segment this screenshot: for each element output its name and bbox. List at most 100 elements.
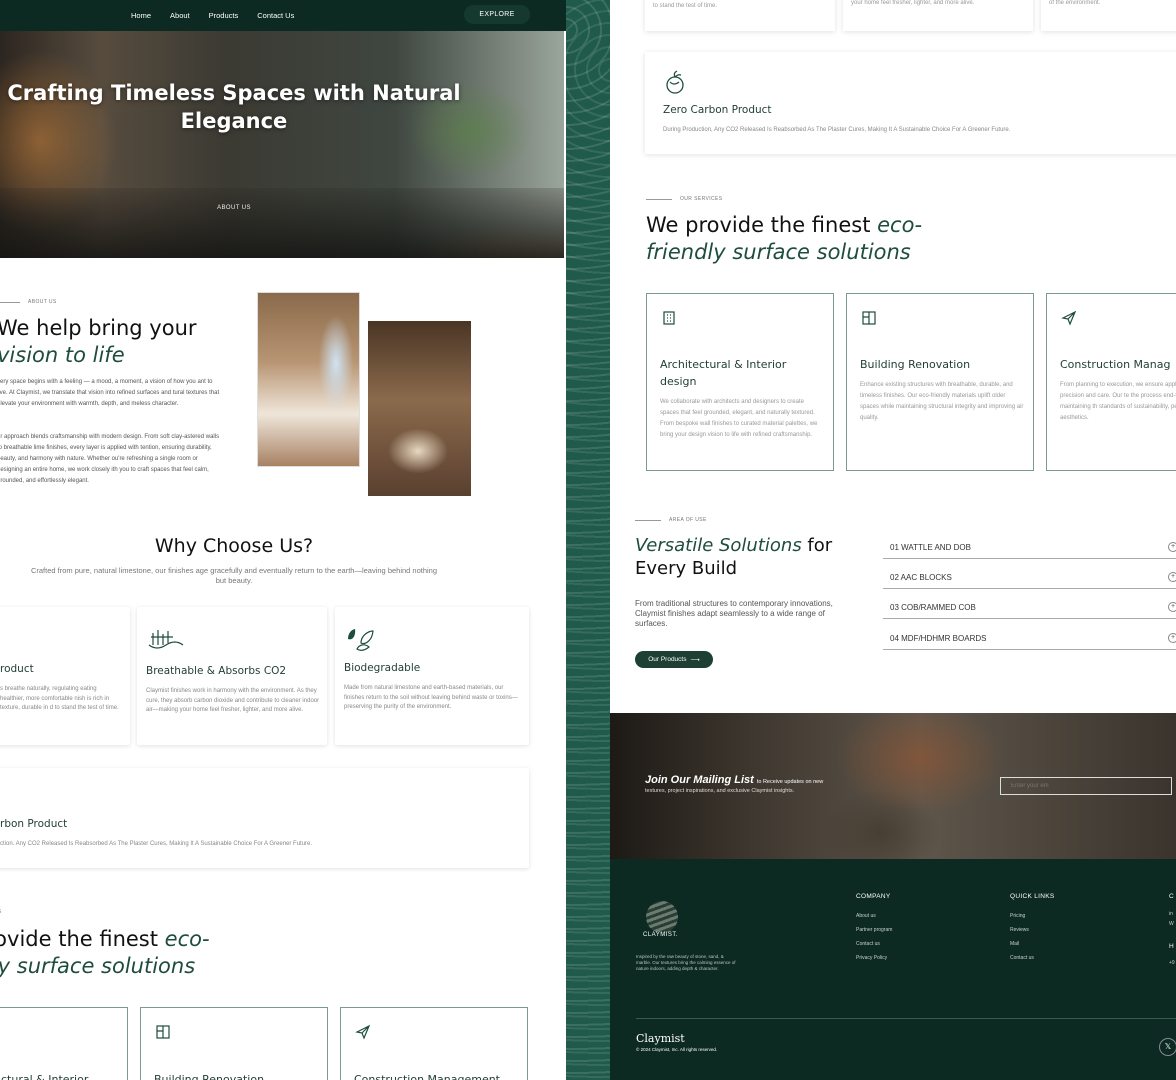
services-eyebrow: OUR SERVICES [646, 196, 723, 202]
decorative-divider [566, 0, 610, 1080]
footer-link-pricing[interactable]: Pricing [1010, 913, 1025, 919]
breathable-icon [148, 630, 184, 649]
our-products-button[interactable]: Our Products ⟶ [635, 651, 713, 668]
claymist-logo [646, 901, 678, 933]
service-card-title: Construction Manag [1060, 358, 1171, 371]
footer-phone: +9 [1169, 960, 1175, 966]
feature-card-title: rbon Product [0, 818, 68, 830]
about-paragraph-1: very space begins with a feeling — a moo… [0, 379, 220, 407]
services-title-accent-2: lly surface solutions [0, 954, 196, 978]
bedroom-photo [368, 321, 471, 496]
feature-card-biodegradable: Biodegradable Made from natural limeston… [335, 607, 529, 745]
area-title-rest: for [801, 535, 833, 556]
why-subtitle: Crafted from pure, natural limestone, ou… [30, 566, 438, 585]
email-input[interactable] [1000, 777, 1172, 795]
right-page-view: interiors. Each finish is rich in textur… [610, 0, 1176, 1080]
footer-company-title: COMPANY [856, 893, 891, 900]
service-card-title: Building Renovation [860, 358, 971, 371]
feature-card-top-2: your home feel fresher, lighter, and mor… [843, 0, 1033, 31]
building-icon [862, 311, 876, 325]
footer-copyright: © 2024 Claymist, Inc. All rights reserve… [636, 1047, 718, 1052]
feature-card-text: Made from natural limestone and earth-ba… [344, 685, 518, 710]
feature-card-text: your home feel fresher, lighter, and mor… [851, 0, 975, 6]
hero-image: Crafting Timeless Spaces with Natural El… [0, 31, 564, 258]
x-social-icon[interactable]: 𝕏 [1159, 1038, 1176, 1056]
accordion-item[interactable]: 01 WATTLE AND DOB + [883, 536, 1176, 559]
footer-link-contact[interactable]: Contact us [856, 941, 880, 947]
services-title: rovide the finest eco- lly surface solut… [0, 926, 210, 980]
area-eyebrow: AREA OF USE [635, 517, 707, 523]
service-card-renovation[interactable]: Building Renovation [140, 1007, 328, 1080]
feature-card-text: interiors. Each finish is rich in textur… [653, 3, 718, 9]
mailing-list-section: Join Our Mailing List to Receive updates… [610, 713, 1176, 859]
nav-contact[interactable]: Contact Us [257, 11, 294, 20]
footer-link-about[interactable]: About us [856, 913, 876, 919]
explore-button[interactable]: EXPLORE [464, 5, 530, 24]
about-eyebrow-label: ABOUT US [28, 299, 57, 305]
office-building-icon [663, 311, 675, 325]
footer-link-privacy[interactable]: Privacy Policy [856, 955, 887, 961]
nav-about[interactable]: About [170, 11, 190, 20]
footer-link-mail[interactable]: Mail [1010, 941, 1019, 947]
area-title-accent: Versatile Solutions [635, 535, 802, 556]
plus-icon[interactable]: + [1168, 633, 1176, 643]
mailing-heading: Join Our Mailing List to Receive updates… [645, 774, 823, 786]
feature-card-text: s breathe naturally, regulating eating h… [0, 686, 119, 711]
footer-link-contact-2[interactable]: Contact us [1010, 955, 1034, 961]
nav-products[interactable]: Products [209, 11, 239, 20]
nav-home[interactable]: Home [131, 11, 151, 20]
mailing-subtext: textures, project inspirations, and excl… [645, 788, 795, 794]
send-icon [1061, 310, 1077, 326]
accordion-label: 03 COB/RAMMED COB [890, 602, 976, 612]
mailing-heading-small: to Receive updates on new [756, 779, 824, 785]
service-card-text: Enhance existing structures with breatha… [860, 382, 1024, 421]
services-title-accent-2: friendly surface solutions [646, 240, 911, 264]
why-title: Why Choose Us? [154, 535, 314, 557]
footer-link-reviews[interactable]: Reviews [1010, 927, 1029, 933]
accordion-item[interactable]: 03 COB/RAMMED COB + [883, 596, 1176, 619]
footer-divider [636, 1018, 1176, 1019]
service-card-title: Building Renovation [154, 1073, 265, 1080]
service-card-architectural[interactable]: Architectural & Interior design We colla… [646, 293, 834, 471]
service-card-construction[interactable]: Construction Manag From planning to exec… [1046, 293, 1176, 471]
services-title-accent: eco- [877, 213, 923, 237]
service-card-title: Architectural & Interior design [660, 358, 787, 388]
hero-title: Crafting Timeless Spaces with Natural El… [7, 81, 461, 133]
arrow-right-icon: ⟶ [690, 656, 700, 664]
service-card-renovation[interactable]: Building Renovation Enhance existing str… [846, 293, 1034, 471]
accordion-item[interactable]: 04 MDF/HDHMR BOARDS + [883, 627, 1176, 650]
about-title-accent: vision to life [0, 343, 125, 367]
plus-icon[interactable]: + [1168, 602, 1176, 612]
feature-card-text: ction. Any CO2 Released Is Reabsorbed As… [0, 841, 313, 847]
zero-carbon-title: Zero Carbon Product [663, 104, 772, 116]
accordion-label: 01 WATTLE AND DOB [890, 542, 971, 552]
zero-carbon-card: Zero Carbon Product During Production, A… [645, 52, 1176, 154]
services-eyebrow-label: ES [0, 909, 1, 915]
service-card-architectural[interactable]: ctural & Interior [0, 1007, 128, 1080]
footer-hours-title: H [1169, 943, 1174, 950]
about-title-plain: We help bring your [0, 316, 197, 340]
feature-card-text: Claymist finishes work in harmony with t… [146, 688, 320, 713]
hero-about-link[interactable]: ABOUT US [0, 205, 468, 211]
footer-link-partner[interactable]: Partner program [856, 927, 892, 933]
services-title: We provide the finest eco- friendly surf… [646, 212, 922, 266]
footer-quick-title: QUICK LINKS [1010, 893, 1055, 900]
services-title-plain: We provide the finest [646, 213, 871, 237]
hero-floor-shade [0, 188, 564, 258]
feature-card-breathable: Breathable & Absorbs CO2 Claymist finish… [137, 607, 327, 745]
area-title: Versatile Solutions for Every Build [635, 534, 832, 580]
services-eyebrow-label: OUR SERVICES [680, 196, 723, 202]
nav-links: Home About Products Contact Us [131, 11, 294, 20]
accordion-item[interactable]: 02 AAC BLOCKS + [883, 566, 1176, 589]
footer-contact-line: in [1169, 911, 1173, 917]
footer-brand: CLAYMIST. [643, 932, 679, 938]
service-card-title: ctural & Interior [1, 1073, 89, 1080]
footer-description: Inspired by the raw beauty of stone, san… [636, 954, 736, 971]
service-card-title: Construction Management [354, 1073, 500, 1080]
leaf-icon [348, 629, 374, 651]
service-card-construction[interactable]: Construction Management [340, 1007, 528, 1080]
plus-icon[interactable]: + [1168, 542, 1176, 552]
services-title-plain: rovide the finest [0, 927, 158, 951]
plus-icon[interactable]: + [1168, 572, 1176, 582]
zero-carbon-text: During Production, Any CO2 Released Is R… [663, 127, 1011, 133]
